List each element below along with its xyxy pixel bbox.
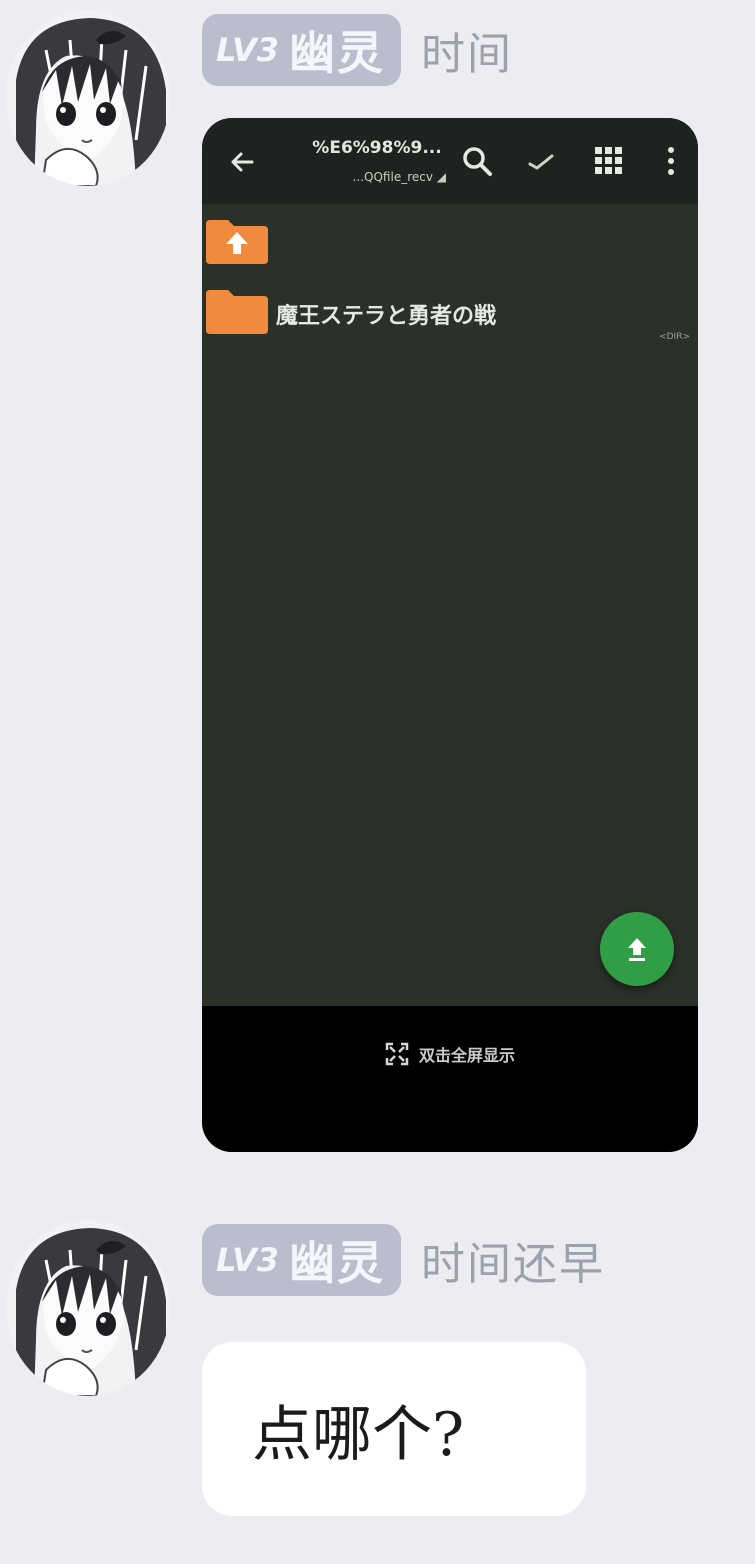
sender-name[interactable]: 幽灵 xyxy=(289,17,385,83)
message-text: 点哪个? xyxy=(252,1400,465,1470)
sender-meta: LV3 幽灵 时间还早 xyxy=(202,1222,605,1298)
level-badge: LV3 幽灵 xyxy=(202,14,402,86)
fullscreen-hint: 双击全屏显示 xyxy=(418,1046,515,1065)
sender-name[interactable]: 幽灵 xyxy=(289,1227,385,1293)
upload-icon xyxy=(628,938,646,961)
avatar[interactable] xyxy=(6,1220,170,1396)
current-path: %E6%98%9... xyxy=(312,138,442,158)
anime-girl-avatar-icon xyxy=(6,10,170,186)
level-badge: LV3 幽灵 xyxy=(202,1224,402,1296)
upload-fab-button[interactable] xyxy=(600,912,674,986)
sender-meta: LV3 幽灵 时间 xyxy=(202,12,513,88)
file-manager-toolbar: %E6%98%9... ...QQfile_recv ◢ xyxy=(202,118,698,204)
level-label: LV3 xyxy=(216,1241,280,1279)
avatar[interactable] xyxy=(6,10,170,186)
text-message-bubble[interactable]: 点哪个? xyxy=(202,1342,586,1516)
level-label: LV3 xyxy=(216,31,280,69)
screenshot-image-bubble[interactable]: %E6%98%9... ...QQfile_recv ◢ 魔王ステラと勇者の戦 … xyxy=(202,118,698,1152)
back-arrow-icon[interactable] xyxy=(228,148,256,176)
folder-up-icon xyxy=(206,220,268,264)
anime-girl-avatar-icon xyxy=(6,1220,170,1396)
video-bottom-bar: 双击全屏显示 xyxy=(202,1006,698,1152)
folder-label: 魔王ステラと勇者の戦 xyxy=(276,304,497,329)
sender-title: 时间还早 xyxy=(421,1239,606,1290)
folder-meta: <DIR> xyxy=(659,332,690,342)
sender-title: 时间 xyxy=(421,29,514,80)
folder-icon xyxy=(206,290,268,334)
check-icon[interactable] xyxy=(524,144,558,178)
folder-row[interactable]: 魔王ステラと勇者の戦 <DIR> xyxy=(202,286,698,342)
current-subpath[interactable]: ...QQfile_recv ◢ xyxy=(306,170,446,184)
folder-row-up[interactable] xyxy=(202,216,698,268)
fullscreen-icon[interactable] xyxy=(385,1042,409,1066)
grid-view-icon[interactable] xyxy=(592,144,626,178)
more-vertical-icon[interactable] xyxy=(654,144,688,178)
search-icon[interactable] xyxy=(460,144,494,178)
